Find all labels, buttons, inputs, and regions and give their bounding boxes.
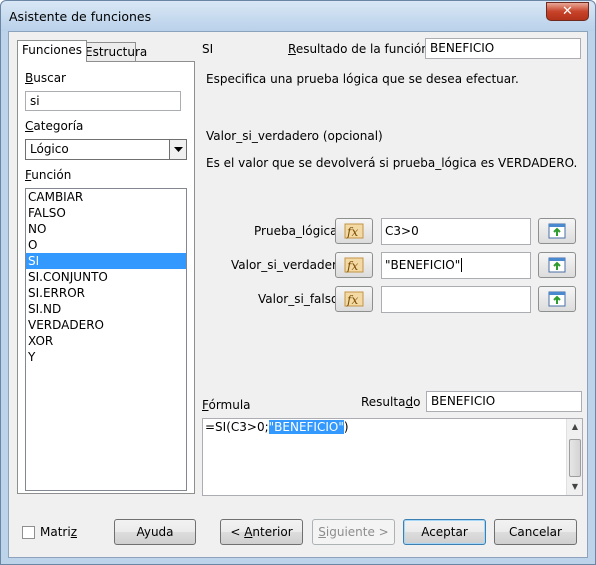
function-list-item[interactable]: Y [26, 349, 186, 365]
result-field: BENEFICIO [426, 391, 582, 412]
arg-label-prueba-logica: Prueba_lógica [254, 224, 338, 238]
category-dropdown-button[interactable] [169, 140, 186, 159]
fx-icon: fx [344, 257, 364, 273]
formula-selection: "BENEFICIO" [268, 420, 344, 434]
shrink-button-valor-si-verdadero[interactable] [538, 252, 576, 278]
scroll-up-icon[interactable]: ▲ [567, 419, 583, 435]
function-list-item[interactable]: XOR [26, 333, 186, 349]
text-cursor [461, 258, 463, 272]
matrix-checkbox[interactable] [22, 526, 35, 539]
function-label: Función [25, 168, 72, 182]
result-value: BENEFICIO [431, 394, 496, 408]
shrink-select-icon [548, 291, 566, 307]
category-select[interactable]: Lógico [25, 139, 187, 160]
tab-estructura-label: Estructura [85, 45, 148, 59]
tab-estructura[interactable]: Estructura [80, 42, 147, 62]
function-list-item[interactable]: FALSO [26, 205, 186, 221]
search-label: Buscar [25, 71, 66, 85]
function-name: SI [202, 42, 214, 56]
scrollbar-thumb[interactable] [569, 439, 581, 477]
scroll-down-icon[interactable]: ▼ [567, 479, 583, 495]
shrink-button-valor-si-falso[interactable] [538, 286, 576, 312]
close-button[interactable]: ✕ [546, 2, 589, 21]
svg-text:fx: fx [346, 293, 358, 307]
cancel-button[interactable]: Cancelar [494, 519, 577, 545]
formula-text: =SI(C3>0;"BENEFICIO") [205, 420, 349, 434]
arg-input-prueba-logica[interactable]: C3>0 [381, 218, 531, 245]
function-list-item[interactable]: SI.ND [26, 301, 186, 317]
shrink-select-icon [548, 257, 566, 273]
back-button[interactable]: < Anterior [220, 519, 303, 545]
parameter-title: Valor_si_verdadero (opcional) [206, 129, 383, 143]
fx-button-valor-si-verdadero[interactable]: fx [335, 252, 373, 278]
function-wizard-dialog: Asistente de funciones ✕ Funciones Estru… [0, 0, 596, 565]
function-list[interactable]: CAMBIAR FALSO NO O SI SI.CONJUNTO SI.ERR… [25, 188, 187, 491]
shrink-button-prueba-logica[interactable] [538, 218, 576, 244]
function-list-item[interactable]: NO [26, 221, 186, 237]
arg-input-valor-si-verdadero[interactable]: "BENEFICIO" [381, 252, 531, 279]
arg-value-valor-si-verdadero: "BENEFICIO" [385, 258, 461, 272]
category-label: Categoría [25, 119, 84, 133]
search-input-value: si [30, 94, 40, 108]
matrix-label: Matriz [40, 525, 77, 539]
formula-scrollbar[interactable]: ▲ ▼ [566, 419, 582, 495]
svg-text:fx: fx [346, 225, 358, 239]
chevron-down-icon [173, 146, 183, 152]
function-result-value: BENEFICIO [430, 41, 495, 55]
function-list-item[interactable]: SI.ERROR [26, 285, 186, 301]
function-list-item[interactable]: CAMBIAR [26, 189, 186, 205]
fx-button-valor-si-falso[interactable]: fx [335, 286, 373, 312]
function-list-item-selected[interactable]: SI [26, 253, 186, 269]
function-list-item[interactable]: O [26, 237, 186, 253]
functions-tab-panel: Buscar si Categoría Lógico Función CAMBI… [17, 61, 195, 494]
function-list-item[interactable]: VERDADERO [26, 317, 186, 333]
result-label: Resultado [361, 395, 421, 409]
help-button[interactable]: Ayuda [114, 519, 196, 545]
formula-editor[interactable]: =SI(C3>0;"BENEFICIO") ▲ ▼ [202, 418, 583, 496]
tab-funciones[interactable]: Funciones [17, 40, 87, 62]
function-list-item[interactable]: SI.CONJUNTO [26, 269, 186, 285]
dialog-client-area: Funciones Estructura Buscar si Categoría… [8, 31, 588, 558]
function-result-label: Resultado de la función [288, 42, 429, 56]
tab-funciones-label: Funciones [22, 43, 82, 57]
fx-icon: fx [344, 223, 364, 239]
arg-label-valor-si-verdadero: Valor_si_verdadero [231, 258, 345, 272]
arg-label-valor-si-falso: Valor_si_falso [258, 292, 339, 306]
formula-label: Fórmula [202, 398, 251, 412]
parameter-description: Es el valor que se devolverá si prueba_l… [206, 156, 578, 170]
window-title: Asistente de funciones [9, 9, 152, 24]
svg-text:fx: fx [346, 259, 358, 273]
next-button[interactable]: Siguiente > [312, 519, 395, 545]
fx-button-prueba-logica[interactable]: fx [335, 218, 373, 244]
function-description: Especifica una prueba lógica que se dese… [206, 72, 519, 86]
close-icon: ✕ [562, 4, 573, 19]
accept-button[interactable]: Aceptar [403, 519, 486, 545]
function-result-field: BENEFICIO [425, 38, 581, 59]
shrink-select-icon [548, 223, 566, 239]
category-select-value: Lógico [30, 142, 69, 156]
arg-input-valor-si-falso[interactable] [381, 286, 531, 313]
arg-value-prueba-logica: C3>0 [385, 224, 419, 238]
search-input[interactable]: si [25, 91, 181, 111]
fx-icon: fx [344, 291, 364, 307]
title-bar: Asistente de funciones ✕ [1, 1, 595, 31]
